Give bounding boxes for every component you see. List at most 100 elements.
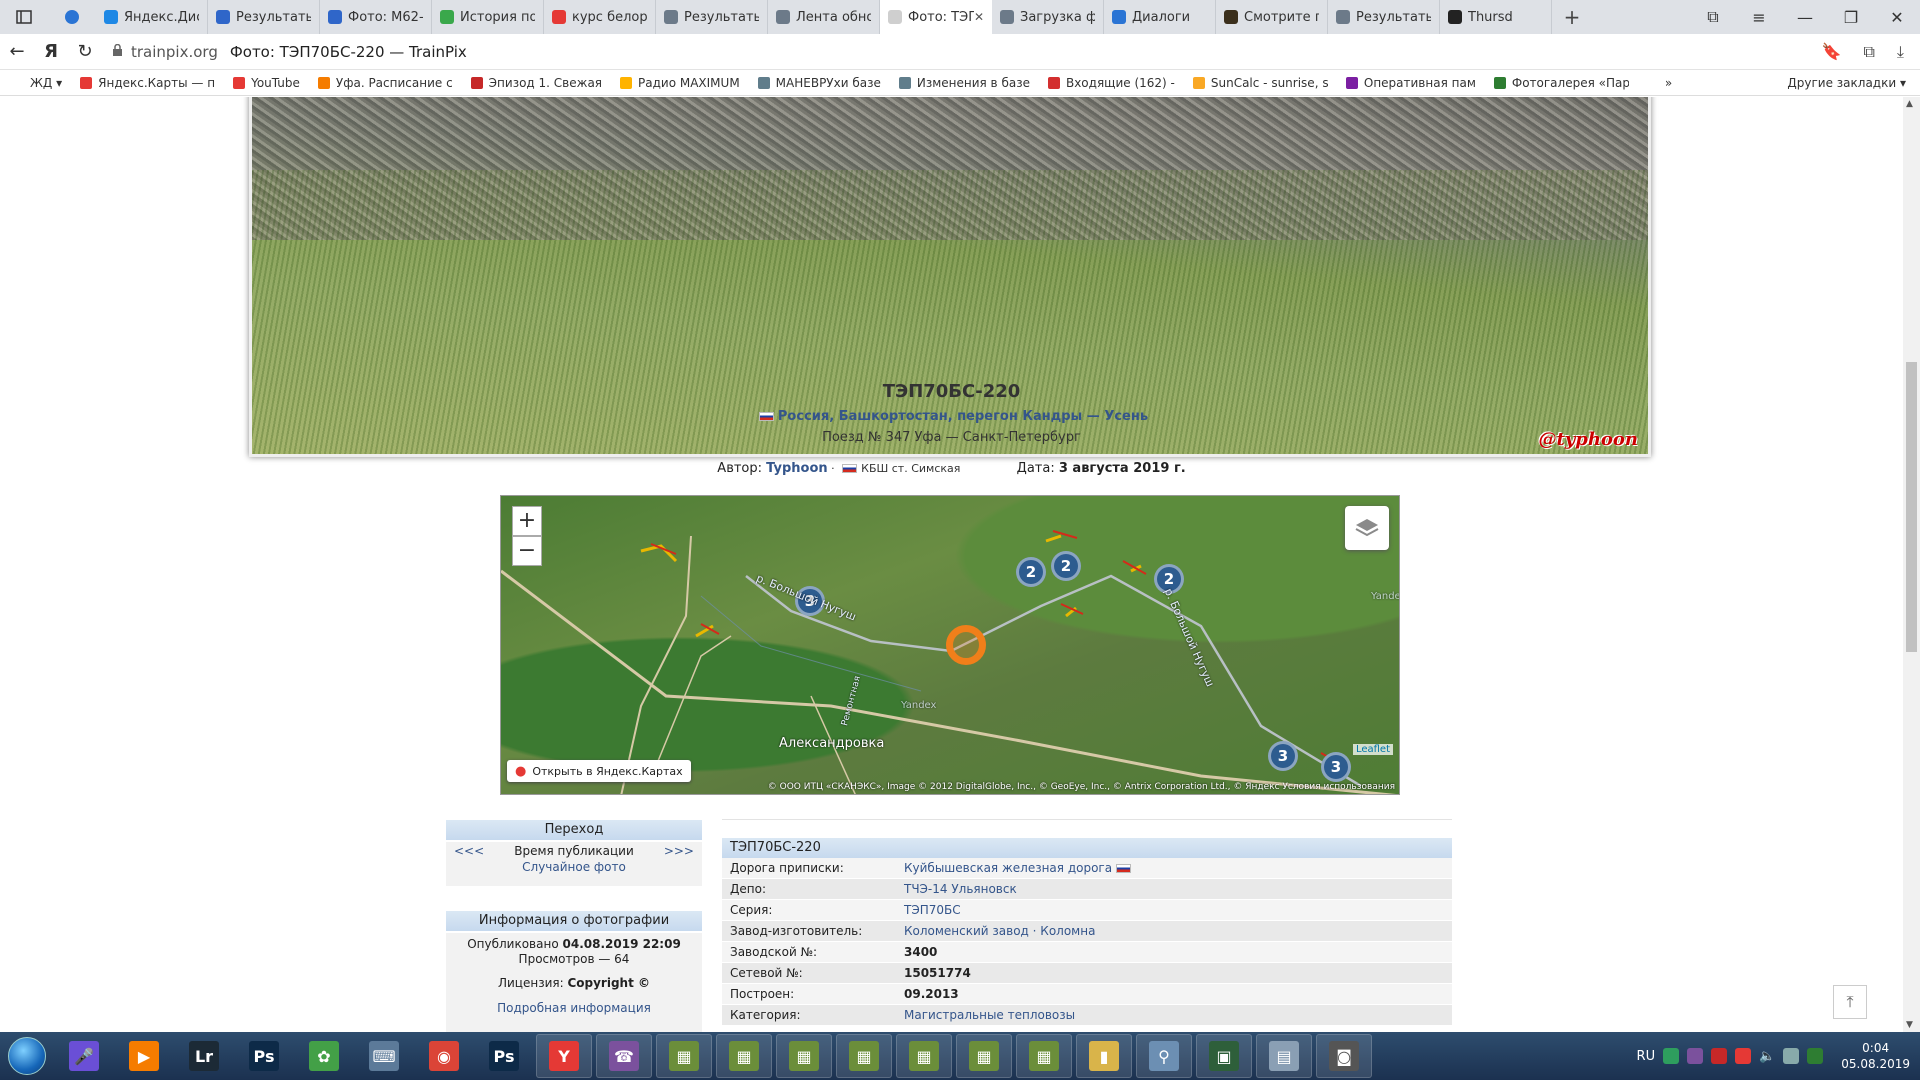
other-bookmarks[interactable]: Другие закладки ▾ (1787, 76, 1906, 90)
taskbar-app[interactable]: ☎ (596, 1034, 652, 1078)
details-link[interactable]: Подробная информация (497, 1001, 651, 1015)
taskbar-app[interactable]: ▶ (116, 1034, 172, 1078)
taskbar-app[interactable]: ⚲ (1136, 1034, 1192, 1078)
minimize-icon[interactable]: — (1782, 8, 1828, 27)
next-photo-link[interactable]: >>> (664, 844, 694, 858)
browser-tab[interactable]: Лента обнов (768, 0, 880, 34)
date-value[interactable]: 3 августа 2019 г. (1059, 461, 1186, 476)
back-icon[interactable]: ← (0, 41, 34, 62)
taskbar-app[interactable]: Y (536, 1034, 592, 1078)
taskbar-app[interactable]: 🎤 (56, 1034, 112, 1078)
yandex-home-icon[interactable]: Я (34, 41, 68, 62)
browser-tab[interactable]: Фото: M62-1 (320, 0, 432, 34)
tab-list-icon[interactable] (0, 0, 48, 34)
restore-icon[interactable]: ❐ (1828, 8, 1874, 27)
browser-tab[interactable]: Смотрите по (1216, 0, 1328, 34)
location-link[interactable]: Россия, Башкортостан, перегон Кандры — У… (0, 409, 1903, 424)
details-value[interactable]: Куйбышевская железная дорога (904, 858, 1112, 878)
bookmark-item[interactable]: Уфа. Расписание с (317, 76, 453, 90)
start-button[interactable] (0, 1032, 54, 1080)
details-value[interactable]: Коломенский завод · Коломна (904, 921, 1095, 941)
browser-tab[interactable]: Яндекс.Диск (96, 0, 208, 34)
zoom-in-button[interactable]: + (512, 506, 542, 536)
bookmark-item[interactable]: Изменения в базе (898, 76, 1030, 90)
location-map[interactable]: + − 3 2 2 2 3 3 Александровка р. Большой… (500, 495, 1400, 795)
scroll-to-top-button[interactable]: ⤒ (1833, 985, 1867, 1019)
details-value[interactable]: ТЭП70БС (904, 900, 961, 920)
tab-close-icon[interactable]: ✕ (974, 10, 984, 24)
taskbar-app[interactable]: Lr (176, 1034, 232, 1078)
taskbar-app[interactable]: ▦ (1016, 1034, 1072, 1078)
taskbar-app[interactable]: ▮ (1076, 1034, 1132, 1078)
taskbar-app[interactable]: ◉ (416, 1034, 472, 1078)
prev-photo-link[interactable]: <<< (454, 844, 484, 858)
browser-tab[interactable]: История пок (432, 0, 544, 34)
bookmark-item[interactable]: » (1646, 76, 1672, 90)
map-cluster-marker[interactable]: 3 (1268, 741, 1298, 771)
map-cluster-marker[interactable]: 2 (1016, 557, 1046, 587)
tray-app-icon[interactable] (1663, 1048, 1680, 1064)
bookmark-item[interactable]: Оперативная пам (1345, 76, 1476, 90)
scroll-down-icon[interactable]: ▼ (1906, 1020, 1913, 1030)
browser-tab[interactable]: Результаты п (656, 0, 768, 34)
layers-button[interactable] (1345, 506, 1389, 550)
author-link[interactable]: Typhoon (766, 461, 827, 476)
scroll-up-icon[interactable]: ▲ (1906, 99, 1913, 109)
bookmark-item[interactable]: Радио MAXIMUM (620, 76, 740, 90)
battery-tray-icon[interactable] (1807, 1048, 1824, 1064)
bookmark-item[interactable]: ЖД ▾ (12, 76, 62, 90)
bookmark-star-icon[interactable]: 🔖 (1822, 42, 1842, 62)
vehicle-details-title[interactable]: ТЭП70БС-220 (722, 838, 1452, 858)
taskbar-app[interactable]: Ps (476, 1034, 532, 1078)
taskbar-app[interactable]: Ps (236, 1034, 292, 1078)
bookmark-item[interactable]: SunCalc - sunrise, s (1192, 76, 1328, 90)
viber-tray-icon[interactable] (1687, 1048, 1704, 1064)
taskbar-app[interactable]: ▦ (896, 1034, 952, 1078)
taskbar-app[interactable]: ▣ (1196, 1034, 1252, 1078)
bookmark-item[interactable]: МАНЕВРУхи базе (757, 76, 881, 90)
taskbar-app[interactable]: ▦ (956, 1034, 1012, 1078)
details-value[interactable]: ТЧЭ-14 Ульяновск (904, 879, 1017, 899)
taskbar-app[interactable]: ◙ (1316, 1034, 1372, 1078)
scrollbar-thumb[interactable] (1906, 362, 1917, 652)
browser-tab[interactable]: Результаты п (1328, 0, 1440, 34)
bookmark-item[interactable]: Яндекс.Карты — п (80, 76, 215, 90)
bookmark-item[interactable]: Фотогалерея «Пар (1493, 76, 1629, 90)
browser-tab[interactable]: курс белорус (544, 0, 656, 34)
zoom-out-button[interactable]: − (512, 536, 542, 566)
clock[interactable]: 0:04 05.08.2019 (1841, 1040, 1910, 1072)
browser-tab[interactable]: Результаты п (208, 0, 320, 34)
new-tab-button[interactable]: + (1552, 0, 1592, 34)
leaflet-link[interactable]: Leaflet (1352, 744, 1393, 755)
browser-tab[interactable]: Thursd (1440, 0, 1552, 34)
downloads-icon[interactable]: ⤓ (1897, 42, 1904, 62)
taskbar-app[interactable]: ▦ (836, 1034, 892, 1078)
taskbar-app[interactable]: ▦ (716, 1034, 772, 1078)
reload-icon[interactable]: ↻ (68, 41, 102, 62)
bookmark-manager-icon[interactable]: ⧉ (1690, 7, 1736, 27)
bookmark-item[interactable]: Входящие (162) - (1047, 76, 1175, 90)
locomotive-photo[interactable]: @typhoon (249, 97, 1651, 457)
random-photo-link[interactable]: Случайное фото (522, 860, 626, 874)
url-field[interactable]: trainpix.org Фото: ТЭП70БС-220 — TrainPi… (112, 43, 467, 61)
details-value[interactable]: Магистральные тепловозы (904, 1005, 1075, 1025)
close-window-icon[interactable]: ✕ (1874, 8, 1920, 27)
taskbar-app[interactable]: ▦ (656, 1034, 712, 1078)
messenger-icon[interactable] (48, 0, 96, 34)
map-cluster-marker[interactable]: 3 (1321, 752, 1351, 782)
taskbar-app[interactable]: ▦ (776, 1034, 832, 1078)
browser-tab[interactable]: Диалоги (1104, 0, 1216, 34)
volume-icon[interactable]: 🔈 (1759, 1049, 1775, 1064)
taskbar-app[interactable]: ▤ (1256, 1034, 1312, 1078)
bookmark-item[interactable]: YouTube (233, 76, 300, 90)
taskbar-app[interactable]: ⌨ (356, 1034, 412, 1078)
taskbar-app[interactable]: ✿ (296, 1034, 352, 1078)
bookmark-item[interactable]: Эпизод 1. Свежая (470, 76, 602, 90)
browser-tab[interactable]: Фото: ТЭП ✕ (880, 0, 992, 34)
current-photo-marker[interactable] (946, 625, 986, 665)
network-tray-icon[interactable] (1735, 1048, 1752, 1064)
page-scrollbar[interactable]: ▲ ▼ (1903, 97, 1920, 1032)
collections-icon[interactable]: ⧉ (1863, 42, 1874, 62)
adobe-tray-icon[interactable] (1711, 1048, 1728, 1064)
map-cluster-marker[interactable]: 2 (1051, 551, 1081, 581)
